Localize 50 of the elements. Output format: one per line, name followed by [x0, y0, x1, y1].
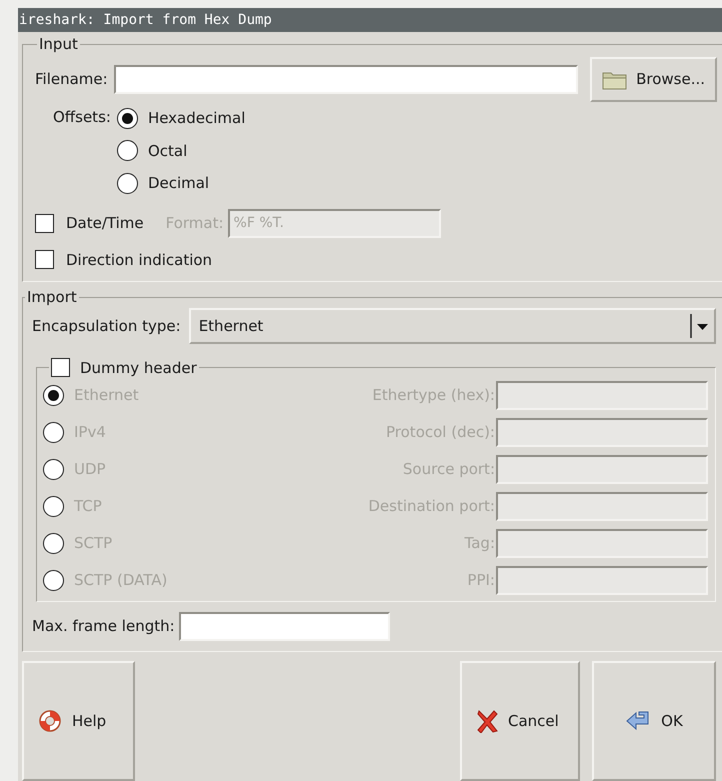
field-label: Encapsulation type: [32, 316, 181, 337]
dialog-button[interactable]: OK [592, 661, 716, 781]
text-field[interactable] [496, 566, 708, 595]
checkbox-label: Direction indication [66, 250, 212, 270]
field-label: Protocol (dec): [386, 422, 495, 444]
field-label: Ethertype (hex): [372, 385, 495, 406]
browse-button[interactable]: Browse... [590, 57, 717, 102]
text-field[interactable] [496, 418, 708, 447]
radio-button[interactable] [116, 140, 138, 162]
text-field[interactable] [496, 381, 708, 410]
radio-label: UDP [74, 459, 106, 480]
encapsulation-dropdown[interactable]: Ethernet [188, 308, 716, 344]
radio-label: Hexadecimal [148, 108, 246, 129]
text-field[interactable] [496, 455, 708, 484]
max-frame-length-field[interactable] [178, 612, 390, 641]
field-label: Offsets: [53, 107, 111, 128]
cross-icon [476, 709, 498, 733]
radio-label: Ethernet [74, 385, 139, 406]
field-label: PPI: [467, 570, 495, 592]
radio-button[interactable] [116, 172, 138, 194]
text-field[interactable] [496, 492, 708, 521]
group-label: Import [26, 288, 78, 306]
field-label: Format: [166, 212, 224, 234]
field-label: Max. frame length: [32, 616, 175, 638]
dialog-button[interactable]: Cancel [460, 661, 580, 781]
text-field[interactable] [496, 529, 708, 558]
field-label: Destination port: [368, 496, 495, 518]
dropdown-arrow-icon [690, 314, 710, 338]
checkbox[interactable] [35, 214, 54, 232]
radio-label: TCP [74, 496, 102, 518]
checkbox[interactable] [35, 250, 54, 270]
folder-icon [602, 70, 628, 90]
checkbox-label: Dummy header [80, 358, 197, 376]
dialog-button[interactable]: Help [22, 661, 135, 781]
radio-label: SCTP [74, 533, 112, 554]
radio-button[interactable] [116, 108, 138, 129]
window-title: ireshark: Import from Hex Dump [18, 8, 722, 32]
group-label: Input [38, 35, 79, 53]
field-label: Source port: [402, 459, 495, 480]
radio-label: Octal [148, 140, 188, 162]
lifebuoy-icon [38, 709, 62, 733]
radio-label: SCTP (DATA) [74, 570, 168, 592]
checkbox-label: Date/Time [66, 212, 144, 234]
field-label: Tag: [464, 533, 495, 554]
radio-label: Decimal [148, 173, 210, 194]
radio-label: IPv4 [74, 422, 106, 444]
checkbox[interactable] [51, 358, 70, 377]
filename-field[interactable] [114, 65, 578, 94]
field-label: Filename: [35, 69, 108, 90]
return-arrow-icon [625, 710, 652, 732]
